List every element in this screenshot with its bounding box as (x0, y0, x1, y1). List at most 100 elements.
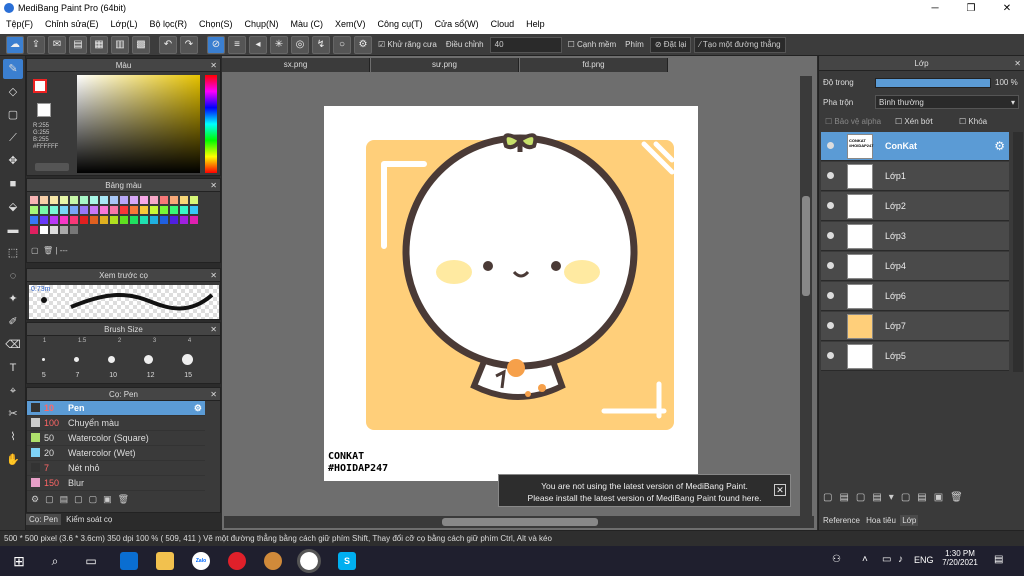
horizontal-scroll-thumb[interactable] (442, 518, 598, 526)
gear-icon[interactable]: ⚙ (354, 35, 372, 54)
clipping-checkbox[interactable]: ☐ Xén bớt (895, 117, 933, 126)
tab-sx[interactable]: sx.png (222, 58, 370, 72)
menu-window[interactable]: Cửa sổ(W) (429, 17, 485, 34)
color-swatch[interactable] (70, 216, 78, 224)
close-icon[interactable]: ✕ (774, 484, 786, 496)
text-tool-icon[interactable]: T (3, 358, 23, 378)
canvas-paper[interactable]: CONKAT #HOIDAP247 (324, 106, 698, 481)
menu-help[interactable]: Help (520, 17, 551, 34)
divide-tool-icon[interactable]: ✂ (3, 404, 23, 424)
fill-rect-icon[interactable]: ■ (3, 174, 23, 194)
comment-icon[interactable]: ✉ (48, 35, 66, 54)
windows-start-icon[interactable]: ⊞ (10, 552, 28, 570)
circle-icon[interactable]: ○ (333, 35, 351, 54)
brush-item[interactable]: 7 Nét nhỏ (27, 461, 205, 476)
straight-line-button[interactable]: ⁄ Tạo một đường thẳng (694, 36, 786, 53)
color-swatch[interactable] (50, 196, 58, 204)
bucket-tool-icon[interactable]: ⬙ (3, 197, 23, 217)
layer-row[interactable]: Lớp5 (821, 342, 1009, 371)
size-dot[interactable] (107, 355, 115, 363)
volume-icon[interactable]: ♪ (898, 554, 903, 565)
undo-icon[interactable]: ↶ (159, 35, 177, 54)
color-swatch[interactable] (40, 216, 48, 224)
color-swatch[interactable] (100, 216, 108, 224)
menu-file[interactable]: Tệp(F) (0, 17, 39, 34)
lock-checkbox[interactable]: ☐ Khóa (959, 117, 987, 126)
brush-item[interactable]: 20 Watercolor (Wet) (27, 446, 205, 461)
network-icon[interactable]: ▭ (882, 554, 891, 565)
color-swatch[interactable] (190, 206, 198, 214)
eye-icon[interactable] (827, 352, 834, 359)
chevron-up-icon[interactable]: ˄ (862, 554, 868, 565)
film-icon[interactable]: ▩ (132, 35, 150, 54)
zalo-icon[interactable]: Zalo (192, 552, 210, 570)
file-explorer-icon[interactable] (156, 552, 174, 570)
skype-icon[interactable]: S (338, 552, 356, 570)
color-swatch[interactable] (160, 206, 168, 214)
eraser-tool-icon[interactable]: ◇ (3, 82, 23, 102)
color-swatch[interactable] (60, 196, 68, 204)
clock[interactable]: 1:30 PM 7/20/2021 (940, 549, 980, 567)
edge-browser-icon[interactable] (120, 552, 138, 570)
color-swatch[interactable] (160, 196, 168, 204)
color-swatch[interactable] (170, 216, 178, 224)
color-swatch[interactable] (90, 216, 98, 224)
close-icon[interactable]: ✕ (210, 59, 217, 72)
layer-row[interactable]: Lớp1 (821, 162, 1009, 191)
curve-icon[interactable]: ↯ (312, 35, 330, 54)
color-swatch[interactable] (90, 206, 98, 214)
select-pen-icon[interactable]: ✐ (3, 312, 23, 332)
edge-checkbox[interactable]: ☐ Cạnh mềm (565, 40, 620, 49)
color-swatch[interactable] (80, 196, 88, 204)
color-swatch[interactable] (60, 226, 68, 234)
blend-dropdown[interactable]: Bình thường ▾ (875, 95, 1019, 109)
vertical-scrollbar[interactable] (800, 76, 812, 516)
eye-icon[interactable] (827, 142, 834, 149)
parallel-ruler-icon[interactable]: ≡ (228, 35, 246, 54)
menu-edit[interactable]: Chỉnh sửa(E) (39, 17, 105, 34)
select-rect-icon[interactable]: ⬚ (3, 243, 23, 263)
ruler-off-icon[interactable]: ⊘ (207, 35, 225, 54)
color-swatch[interactable] (190, 196, 198, 204)
chrome-icon[interactable] (297, 549, 321, 573)
color-swatch[interactable] (30, 216, 38, 224)
line-tool-icon[interactable]: ⟋ (3, 128, 23, 148)
grid-icon[interactable]: ▥ (111, 35, 129, 54)
color-swatch[interactable] (180, 216, 188, 224)
color-swatch[interactable] (50, 226, 58, 234)
foreground-color[interactable] (33, 79, 47, 93)
layer-row[interactable]: Lớp3 (821, 222, 1009, 251)
tab-brush[interactable]: Cọ: Pen (26, 514, 61, 525)
menu-cloud[interactable]: Cloud (485, 17, 521, 34)
size-dot[interactable] (73, 356, 79, 362)
color-swatch[interactable] (150, 196, 158, 204)
eye-icon[interactable] (827, 322, 834, 329)
color-swatch[interactable] (50, 206, 58, 214)
layer-row[interactable]: Lớp7 (821, 312, 1009, 341)
layer-row[interactable]: Lớp4 (821, 252, 1009, 281)
tab-fd[interactable]: fd.png (520, 58, 668, 72)
page-icon[interactable]: ▦ (90, 35, 108, 54)
eye-icon[interactable] (827, 172, 834, 179)
brush-tool-icon[interactable]: ✎ (3, 59, 23, 79)
brush-item[interactable]: 10 Pen ⚙ (27, 401, 205, 416)
color-swatch[interactable] (80, 216, 88, 224)
eye-icon[interactable] (827, 262, 834, 269)
search-icon[interactable]: ⌕ (46, 552, 64, 570)
language-indicator[interactable]: ENG (914, 555, 934, 565)
layer-row[interactable]: CONKAT #HOIDAP247 ConKat ⚙ (821, 132, 1009, 161)
menu-filter[interactable]: Bộ lọc(R) (143, 17, 193, 34)
color-swatch[interactable] (190, 216, 198, 224)
tab-su[interactable]: sư.png (371, 58, 519, 72)
layer-actions[interactable]: ▢▤▢▤▾▢▤▣🗑 (823, 492, 970, 503)
color-swatch[interactable] (40, 196, 48, 204)
hand-tool-icon[interactable]: ✋ (3, 450, 23, 470)
update-notification[interactable]: You are not using the latest version of … (498, 474, 791, 507)
people-icon[interactable]: ⚇ (832, 554, 841, 565)
color-swatch[interactable] (150, 216, 158, 224)
select-eraser-icon[interactable]: ⌫ (3, 335, 23, 355)
menu-tools[interactable]: Công cụ(T) (372, 17, 429, 34)
tab-reference[interactable]: Reference (821, 515, 862, 526)
color-swatch[interactable] (140, 196, 148, 204)
menu-view[interactable]: Xem(V) (329, 17, 372, 34)
